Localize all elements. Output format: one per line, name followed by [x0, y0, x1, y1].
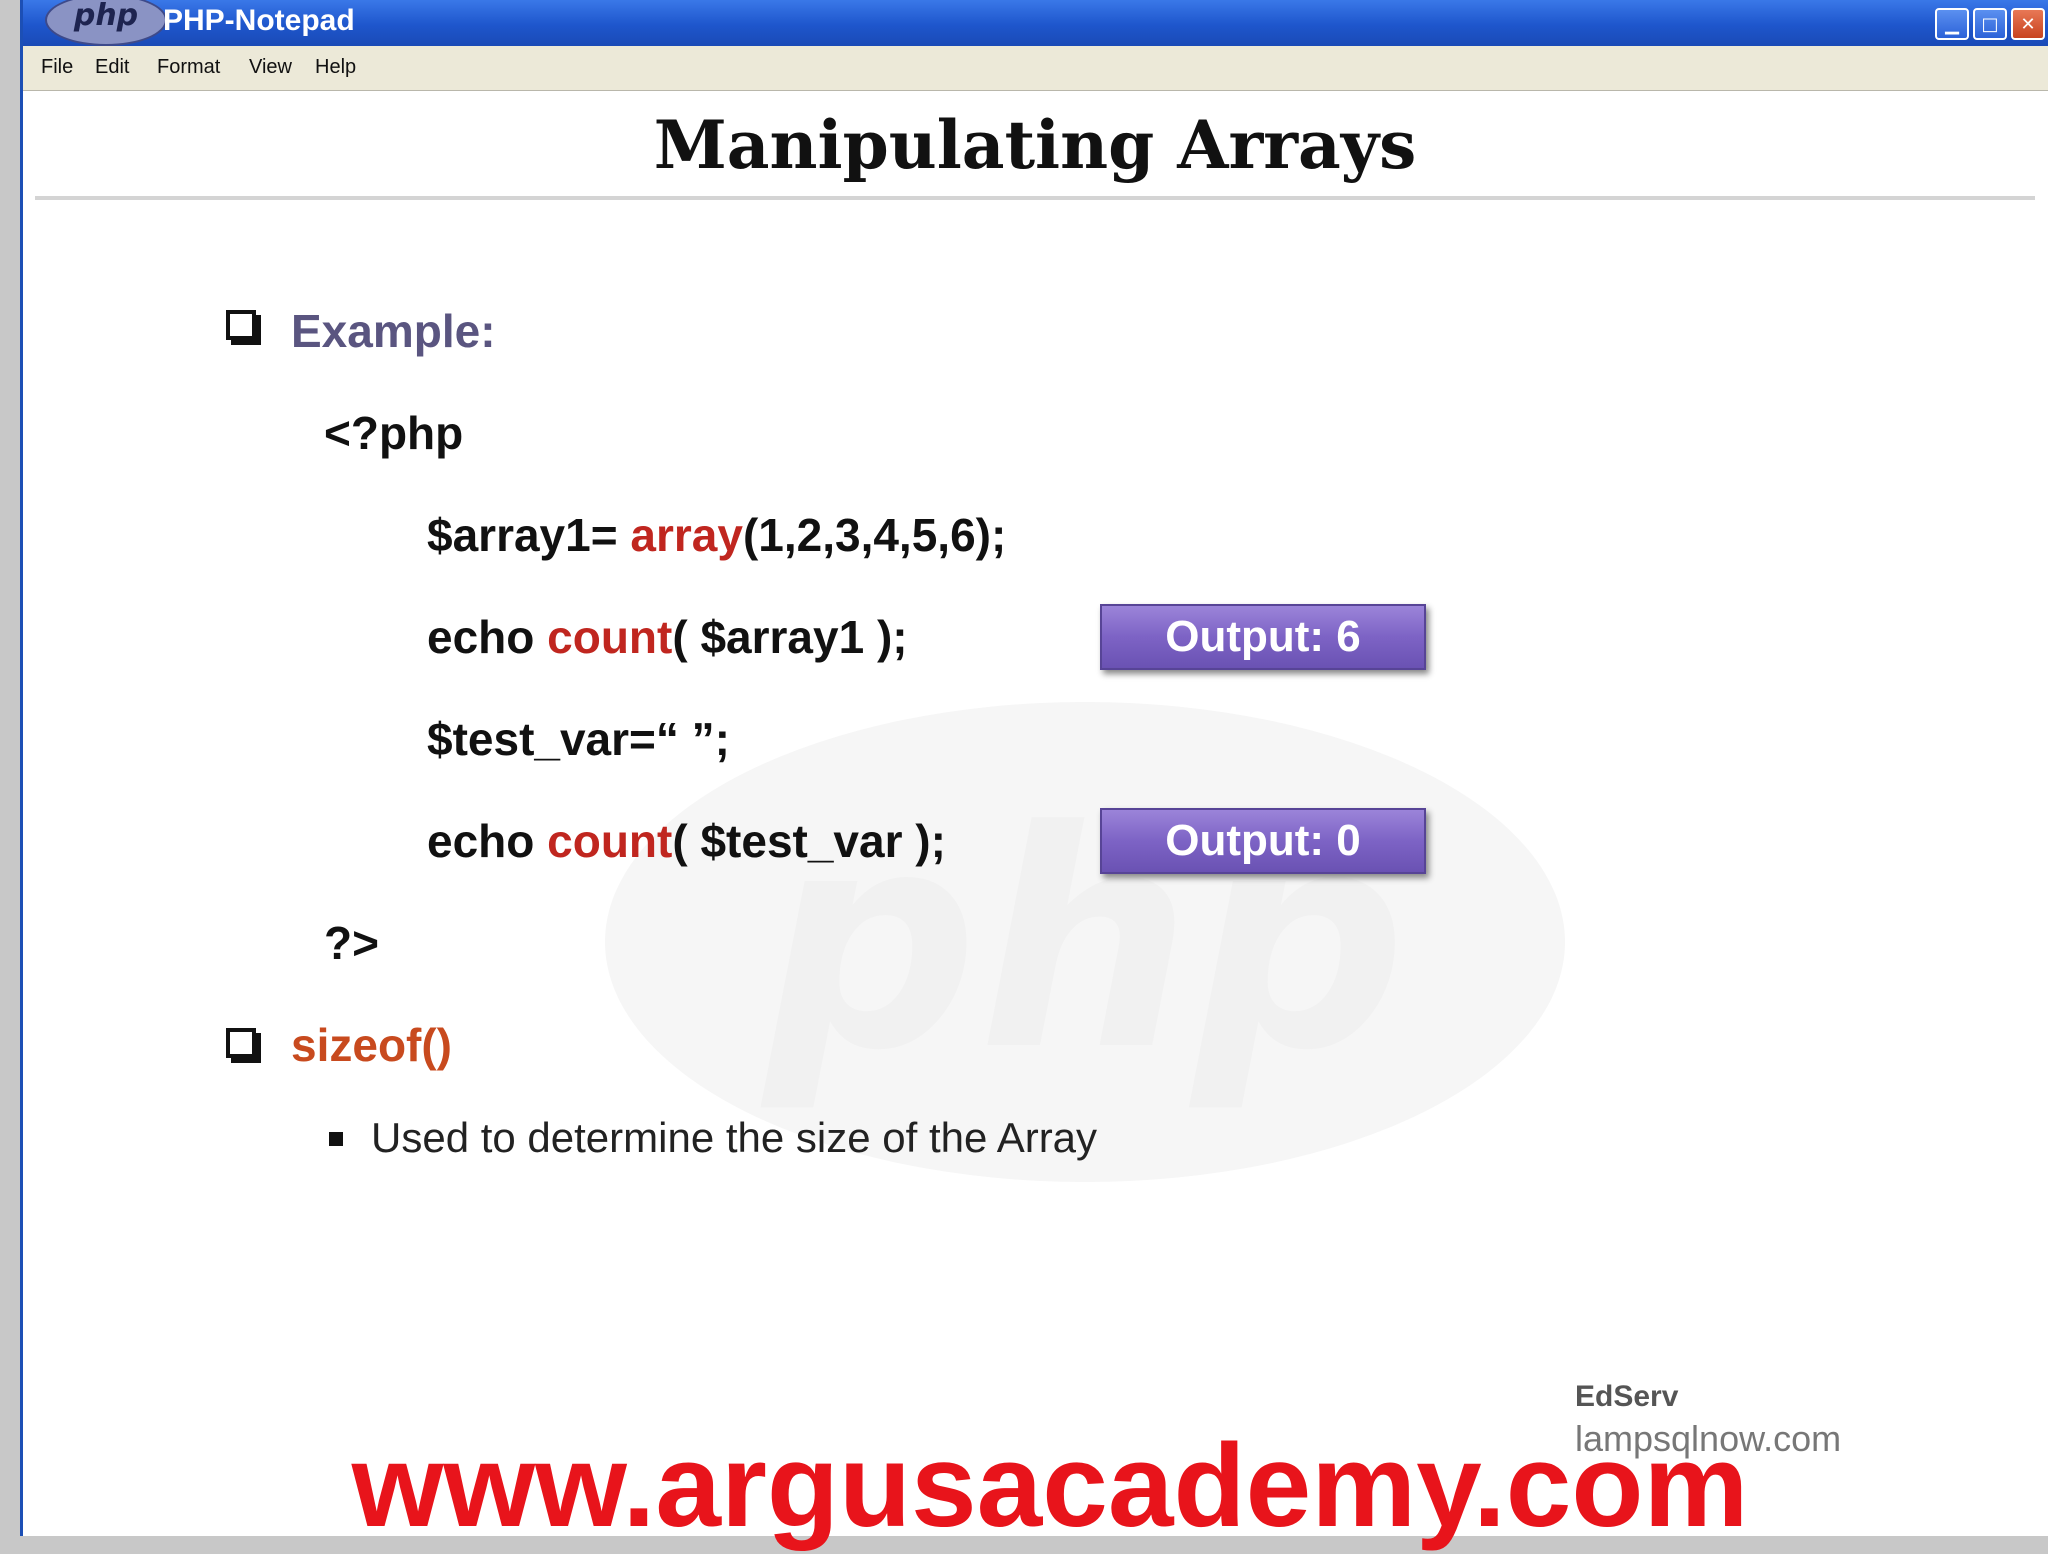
code-text: ( $array1 ); [672, 611, 908, 663]
php-logo-icon: php [45, 0, 167, 46]
code-text: (1,2,3,4,5,6); [742, 509, 1007, 561]
code-text: $array1= [427, 509, 631, 561]
close-button[interactable]: ✕ [2011, 8, 2045, 40]
checkbox-bullet-icon [226, 310, 256, 340]
menu-file[interactable]: File [41, 56, 73, 79]
title-divider [35, 196, 2035, 200]
title-bar: php PHP-Notepad ▁ □ ✕ [23, 0, 2048, 46]
square-bullet-icon [329, 1132, 343, 1146]
minimize-button[interactable]: ▁ [1935, 8, 1969, 40]
code-close-tag: ?> [324, 917, 379, 969]
code-keyword: array [630, 509, 743, 561]
output-0-button[interactable]: Output: 0 [1100, 808, 1426, 874]
code-line-array: $array1= array(1,2,3,4,5,6); [427, 508, 1006, 562]
edserv-logo: EdServ [1575, 1380, 1679, 1413]
maximize-button[interactable]: □ [1973, 8, 2007, 40]
slide-content: Manipulating Arrays php Example: <?php $… [35, 92, 2035, 1536]
code-open-tag: <?php [324, 407, 464, 459]
slide-title: Manipulating Arrays [653, 106, 1417, 184]
menu-format[interactable]: Format [157, 56, 220, 79]
menu-edit[interactable]: Edit [95, 56, 129, 79]
example-heading: Example: [291, 305, 496, 357]
output-6-button[interactable]: Output: 6 [1100, 604, 1426, 670]
menu-help[interactable]: Help [315, 56, 356, 79]
php-watermark-icon: php [605, 702, 1565, 1182]
menu-bar: File Edit Format View Help [23, 46, 2048, 91]
code-line-count-array: echo count( $array1 ); [427, 610, 908, 664]
website-banner: www.argusacademy.com [351, 1420, 1749, 1552]
code-keyword: count [547, 815, 673, 867]
code-line-test-var: $test_var=“ ”; [427, 713, 730, 765]
menu-view[interactable]: View [249, 56, 292, 79]
sizeof-heading: sizeof() [291, 1019, 452, 1071]
code-text: echo [427, 815, 548, 867]
checkbox-bullet-icon [226, 1028, 256, 1058]
code-line-count-test-var: echo count( $test_var ); [427, 814, 946, 868]
code-text: echo [427, 611, 548, 663]
sizeof-description: Used to determine the size of the Array [371, 1114, 1098, 1161]
window-title: PHP-Notepad [163, 4, 355, 37]
code-keyword: count [547, 611, 673, 663]
code-text: ( $test_var ); [672, 815, 946, 867]
notepad-window: php PHP-Notepad ▁ □ ✕ File Edit Format V… [20, 0, 2048, 1536]
